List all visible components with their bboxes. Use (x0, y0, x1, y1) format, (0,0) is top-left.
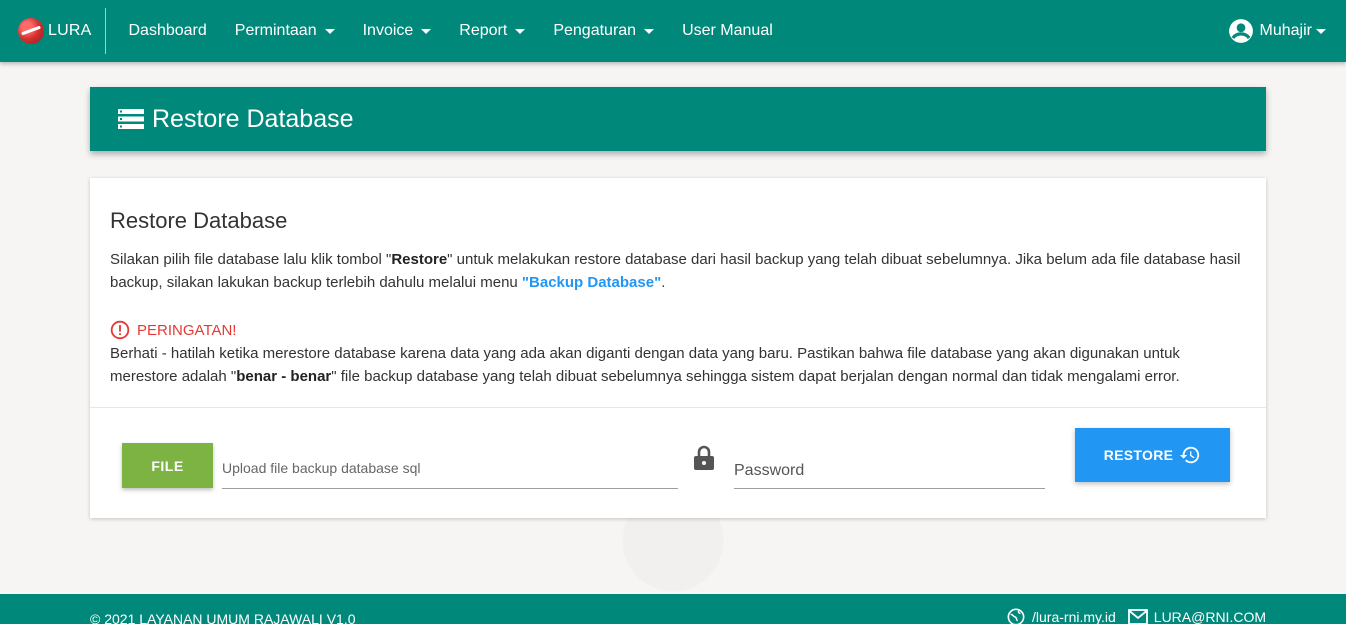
user-menu[interactable]: Muhajir (1228, 0, 1326, 62)
warning-text-part: " file backup database yang telah dibuat… (331, 368, 1180, 385)
warning-title: PERINGATAN! (137, 321, 237, 339)
caret-down-icon (515, 28, 526, 34)
page-header: Restore Database (90, 87, 1266, 151)
password-field[interactable] (734, 448, 1045, 489)
footer: © 2021 LAYANAN UMUM RAJAWALI V1.0 /lura-… (0, 594, 1346, 624)
copyright-text: © 2021 LAYANAN UMUM RAJAWALI V1.0 (90, 611, 356, 624)
caret-down-icon (324, 28, 335, 34)
nav-item-label: Permintaan (234, 22, 317, 39)
footer-links: /lura-rni.my.id LURA@RNI.COM (994, 608, 1266, 624)
nav-item-label: User Manual (682, 22, 773, 39)
restore-history-icon (1180, 446, 1200, 464)
server-list-icon (118, 109, 144, 129)
caret-down-icon (644, 28, 655, 34)
top-navbar: LURA Dashboard Permintaan Invoice Report… (0, 0, 1346, 62)
user-name: Muhajir (1259, 22, 1312, 39)
lock-icon (694, 445, 714, 470)
caret-down-icon (421, 28, 432, 34)
caret-down-icon (1316, 28, 1326, 34)
backup-database-link[interactable]: "Backup Database" (522, 274, 661, 291)
website-link[interactable]: /lura-rni.my.id (1006, 608, 1116, 624)
email-link[interactable]: LURA@RNI.COM (1127, 608, 1266, 624)
card-title: Restore Database (110, 208, 288, 233)
website-text: /lura-rni.my.id (1032, 609, 1116, 624)
nav-item-permintaan[interactable]: Permintaan (221, 0, 349, 62)
restore-card: Restore Database Silakan pilih file data… (90, 178, 1266, 518)
nav-item-label: Dashboard (128, 22, 207, 39)
file-button[interactable]: FILE (122, 443, 213, 488)
nav-item-report[interactable]: Report (445, 0, 539, 62)
nav-item-label: Pengaturan (553, 22, 637, 39)
intro-text-part: Silakan pilih file database lalu klik to… (110, 251, 392, 268)
brand[interactable]: LURA (0, 8, 107, 54)
restore-button[interactable]: RESTORE (1075, 428, 1230, 482)
nav-item-label: Invoice (362, 22, 414, 39)
intro-text-end: . (661, 274, 666, 291)
nav-item-invoice[interactable]: Invoice (349, 0, 446, 62)
mail-icon (1127, 609, 1148, 624)
warning-text: Berhati - hatilah ketika merestore datab… (110, 342, 1246, 388)
file-path-input[interactable] (222, 448, 678, 489)
nav-item-dashboard[interactable]: Dashboard (114, 0, 220, 62)
warning-bold: benar - benar (236, 368, 332, 385)
warning-heading: PERINGATAN! (110, 320, 1246, 340)
intro-bold: Restore (391, 251, 448, 268)
nav-item-pengaturan[interactable]: Pengaturan (539, 0, 668, 62)
brand-logo-icon (18, 18, 44, 44)
intro-text: Silakan pilih file database lalu klik to… (110, 248, 1246, 294)
nav-item-label: Report (459, 22, 508, 39)
nav-item-user-manual[interactable]: User Manual (668, 0, 787, 62)
account-circle-icon (1228, 19, 1253, 43)
restore-form: FILE RESTORE (90, 408, 1266, 518)
email-text: LURA@RNI.COM (1153, 609, 1266, 624)
page-title: Restore Database (152, 104, 354, 133)
nav-menu: Dashboard Permintaan Invoice Report Peng… (114, 0, 786, 62)
globe-icon (1007, 608, 1025, 624)
error-outline-icon (110, 320, 130, 340)
brand-name: LURA (48, 22, 92, 39)
restore-button-label: RESTORE (1103, 447, 1174, 463)
